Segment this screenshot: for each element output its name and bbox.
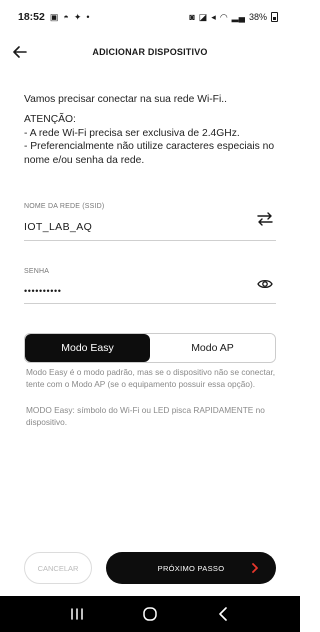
warning-block: ATENÇÃO: - A rede Wi-Fi precisa ser excl… <box>24 113 286 167</box>
status-bar: 18:52 ▣ ◓ ✦ • ◙ ◪ ◂ ◠ ▂▄ 38% <box>0 0 300 34</box>
mode-ap-button[interactable]: Modo AP <box>150 334 275 362</box>
mode-toggle: Modo Easy Modo AP <box>24 333 276 363</box>
nav-back-icon <box>219 607 228 621</box>
ssid-underline <box>24 240 276 241</box>
next-step-label: PRÓXIMO PASSO <box>157 563 225 573</box>
nav-back-button[interactable] <box>211 602 235 626</box>
ssid-input[interactable]: IOT_LAB_AQ <box>24 221 92 233</box>
status-left: 18:52 ▣ ◓ ✦ • <box>18 11 90 23</box>
warning-heading: ATENÇÃO: <box>24 114 76 125</box>
mute-icon: ◂ <box>211 11 216 22</box>
signal-icon: ▂▄ <box>231 11 245 22</box>
page-title: ADICIONAR DISPOSITIVO <box>92 47 208 57</box>
alarm-icon: ◙ <box>189 11 195 22</box>
gallery-notification-icon: ▣ <box>49 11 59 22</box>
app-header: ADICIONAR DISPOSITIVO <box>0 34 300 70</box>
back-button[interactable] <box>10 42 30 62</box>
nfc-icon: ◪ <box>198 11 208 22</box>
password-input[interactable]: •••••••••• <box>24 286 62 296</box>
battery-icon <box>271 12 278 22</box>
status-time: 18:52 <box>18 11 45 23</box>
next-step-button[interactable]: PRÓXIMO PASSO <box>106 552 276 584</box>
ssid-label: NOME DA REDE (SSID) <box>24 203 105 210</box>
swap-arrows-icon <box>257 212 273 226</box>
dot-notification-icon: • <box>86 11 90 22</box>
intro-text: Vamos precisar conectar na sua rede Wi-F… <box>24 94 227 105</box>
system-nav-bar <box>0 596 300 632</box>
cancel-button[interactable]: CANCELAR <box>24 552 92 584</box>
mode-easy-hint: MODO Easy: símbolo do Wi-Fi ou LED pisca… <box>26 405 265 427</box>
home-button[interactable] <box>138 602 162 626</box>
home-icon <box>143 607 157 621</box>
warning-line-1: - A rede Wi-Fi precisa ser exclusiva de … <box>24 127 240 139</box>
wifi-status-icon: ◠ <box>219 11 228 22</box>
password-underline <box>24 303 276 304</box>
battery-percent: 38% <box>248 12 267 22</box>
status-right: ◙ ◪ ◂ ◠ ▂▄ 38% <box>189 12 278 22</box>
password-label: SENHA <box>24 268 50 275</box>
chevron-right-icon <box>248 561 262 575</box>
accessibility-notification-icon: ✦ <box>73 11 82 22</box>
swap-network-button[interactable] <box>253 207 277 231</box>
toggle-password-visibility-button[interactable] <box>253 272 277 296</box>
eye-icon <box>257 279 273 289</box>
recents-button[interactable] <box>65 602 89 626</box>
recents-icon <box>70 608 83 620</box>
mode-description: Modo Easy é o modo padrão, mas se o disp… <box>26 367 276 389</box>
warning-line-2: - Preferencialmente não utilize caracter… <box>24 141 275 166</box>
mode-easy-button[interactable]: Modo Easy <box>25 334 150 362</box>
chat-notification-icon: ◓ <box>63 11 69 22</box>
arrow-left-icon <box>13 46 27 58</box>
